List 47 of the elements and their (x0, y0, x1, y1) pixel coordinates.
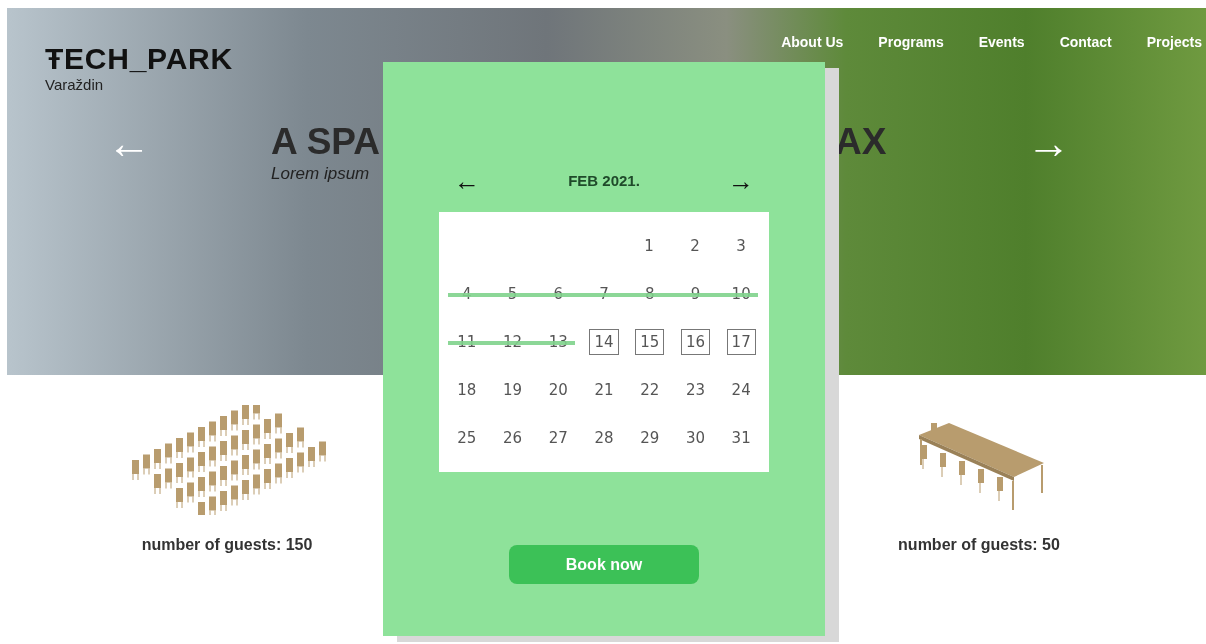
calendar-day[interactable]: 3 (736, 234, 746, 258)
calendar-day: 13 (548, 330, 568, 354)
next-slide-button[interactable]: → (1026, 120, 1071, 165)
prev-month-button[interactable]: ← (454, 168, 480, 194)
nav-link[interactable]: Contact (1059, 32, 1112, 53)
calendar-day[interactable]: 2 (690, 234, 700, 258)
calendar-day: 5 (507, 282, 518, 306)
calendar-day: 11 (457, 330, 477, 354)
nav-link[interactable]: About Us (781, 32, 844, 53)
calendar-day: 7 (599, 282, 609, 306)
calendar-day[interactable]: 21 (594, 378, 614, 402)
calendar-day: 9 (690, 282, 701, 306)
calendar-day: 10 (731, 282, 751, 306)
next-month-button[interactable]: → (728, 168, 754, 194)
city-label: Varaždin (45, 75, 105, 95)
calendar-day: 4 (462, 282, 472, 306)
calendar-day[interactable]: 18 (457, 378, 477, 402)
hero-heading: AX (835, 119, 887, 164)
calendar-day[interactable]: 31 (731, 426, 751, 450)
nav-link[interactable]: Events (978, 32, 1025, 53)
calendar-day[interactable]: 26 (503, 426, 523, 450)
logo-text[interactable]: ŦECH_PARK (45, 44, 233, 74)
hero-heading: A SPA (271, 119, 381, 164)
calendar-day[interactable]: 27 (548, 426, 568, 450)
calendar-day[interactable]: 1 (644, 234, 654, 258)
nav-link[interactable]: Programs (878, 32, 944, 53)
calendar-day[interactable]: 22 (640, 378, 660, 402)
calendar-day[interactable]: 14 (589, 328, 619, 356)
calendar-day[interactable]: 19 (503, 378, 523, 402)
calendar-day[interactable]: 23 (685, 378, 705, 402)
calendar-day: 12 (503, 330, 523, 354)
guest-count: number of guests: 50 (898, 535, 1060, 555)
calendar-day[interactable]: 25 (457, 426, 477, 450)
calendar-day[interactable]: 20 (548, 378, 568, 402)
calendar-day[interactable]: 24 (731, 378, 751, 402)
month-label: FEB 2021. (568, 170, 640, 191)
calendar-day[interactable]: 15 (635, 328, 665, 356)
calendar-day[interactable]: 17 (726, 328, 756, 356)
hero-subtitle: Lorem ipsum (271, 162, 371, 185)
calendar-day[interactable]: 29 (640, 426, 660, 450)
calendar-day[interactable]: 30 (685, 426, 705, 450)
guest-count: number of guests: 150 (141, 535, 313, 555)
calendar-day: 6 (553, 282, 564, 306)
calendar-day: 8 (644, 282, 655, 306)
nav-link[interactable]: Projects (1146, 32, 1202, 53)
calendar-day[interactable]: 16 (680, 328, 710, 356)
calendar-day[interactable]: 28 (594, 426, 614, 450)
